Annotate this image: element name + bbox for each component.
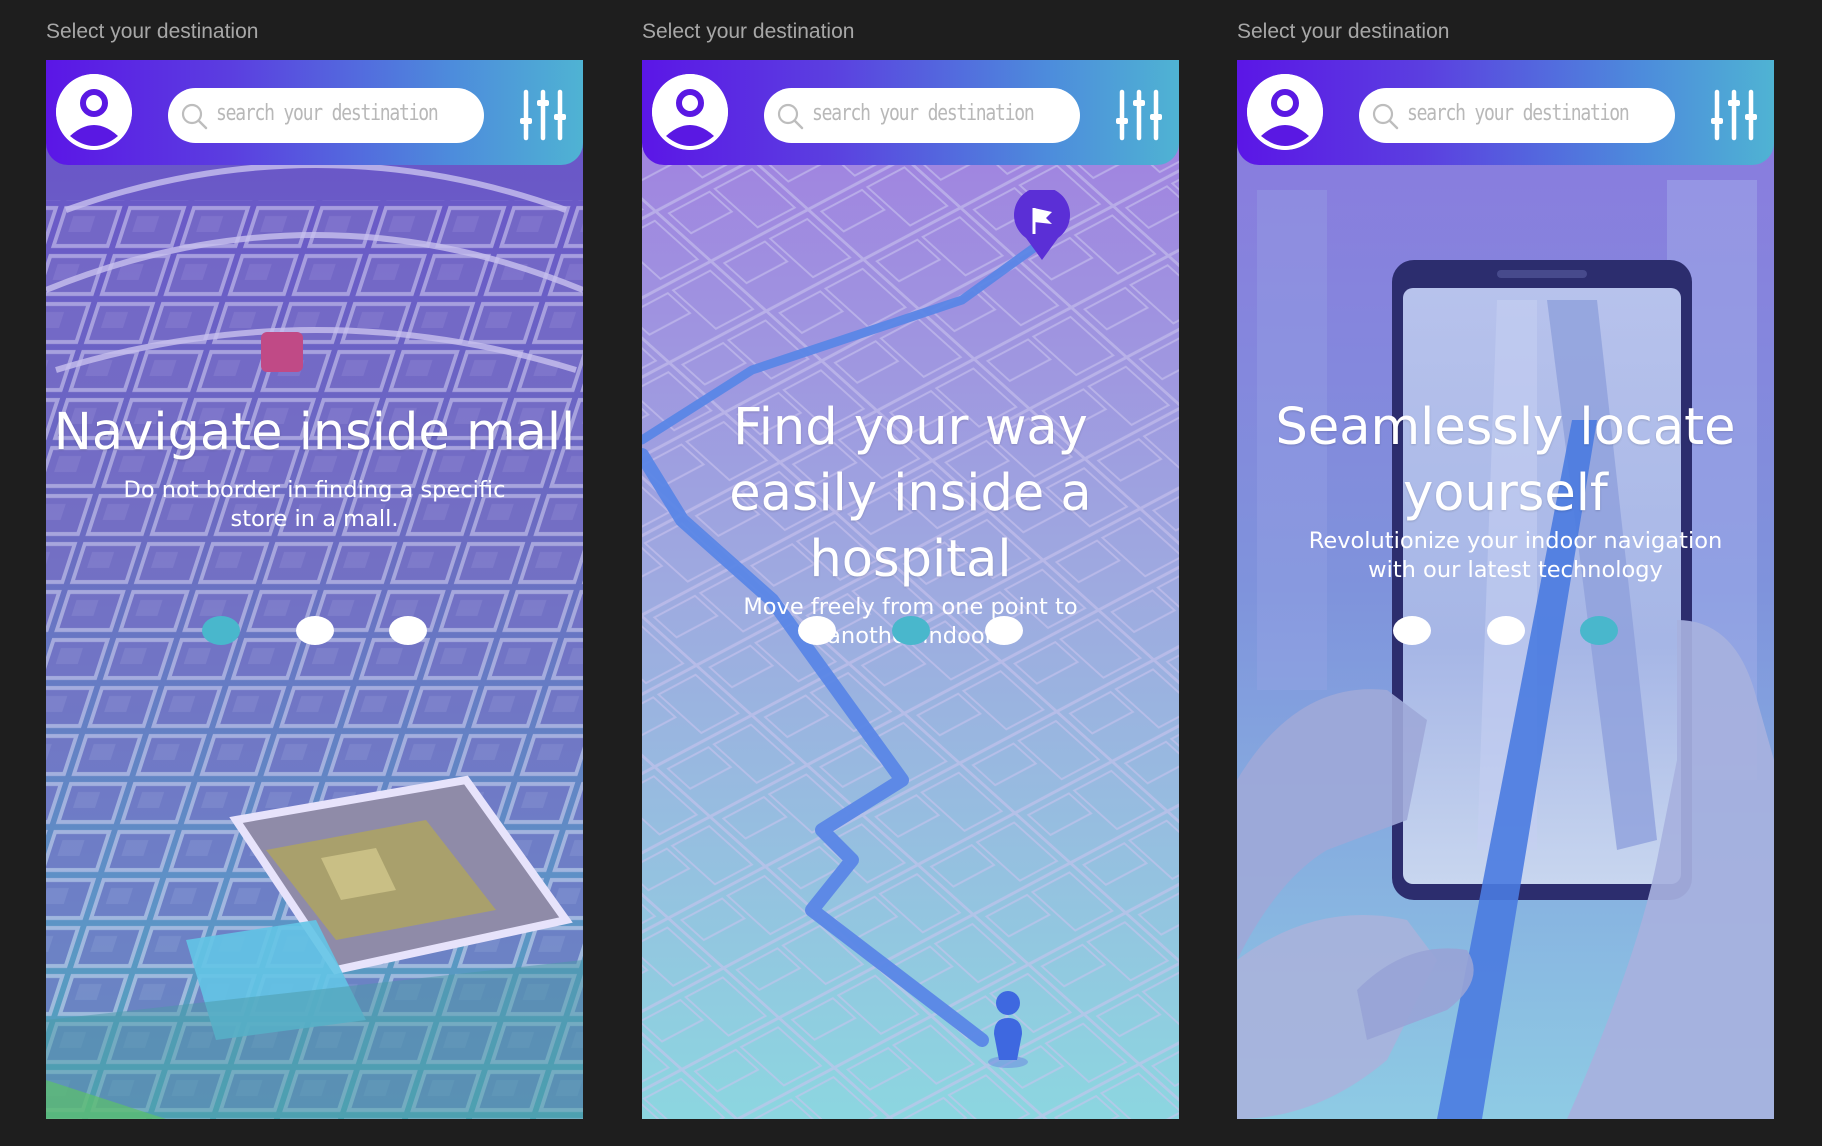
- profile-avatar[interactable]: [652, 74, 728, 150]
- header-bar: search your destination: [46, 60, 583, 165]
- onboarding-description: Do not border in finding a specific stor…: [123, 477, 506, 532]
- search-input[interactable]: search your destination: [1359, 88, 1675, 143]
- page-dot-1[interactable]: [798, 616, 836, 645]
- header-bar: search your destination: [642, 60, 1179, 165]
- page-indicator: [46, 616, 583, 646]
- profile-avatar[interactable]: [56, 74, 132, 150]
- onboarding-screen-locate: search your destination Seamlessly locat…: [1237, 60, 1774, 1119]
- frame-label: Select your destination: [1237, 20, 1450, 43]
- profile-avatar[interactable]: [1247, 74, 1323, 150]
- page-dot-2[interactable]: [892, 616, 930, 645]
- onboarding-text: Find your way easily inside a hospital M…: [642, 395, 1179, 651]
- onboarding-title: Find your way easily inside a hospital: [729, 398, 1092, 589]
- flag-pin-icon[interactable]: [1012, 190, 1072, 262]
- onboarding-description: Revolutionize your indoor navigation wit…: [1308, 528, 1723, 583]
- onboarding-text: Navigate inside mall Do not border in fi…: [46, 400, 583, 534]
- search-placeholder: search your destination: [1407, 101, 1630, 126]
- page-dot-3[interactable]: [985, 616, 1023, 645]
- search-placeholder: search your destination: [812, 101, 1035, 126]
- filter-sliders-icon[interactable]: [1116, 88, 1162, 142]
- filter-sliders-icon[interactable]: [1711, 88, 1757, 142]
- onboarding-title: Seamlessly locate yourself: [1275, 398, 1736, 523]
- page-dot-1[interactable]: [1393, 616, 1431, 645]
- search-icon: [1372, 103, 1399, 130]
- phone-ar-image: [1237, 60, 1774, 1119]
- page-indicator: [642, 616, 1179, 646]
- search-input[interactable]: search your destination: [168, 88, 484, 143]
- page-dot-1[interactable]: [202, 616, 240, 645]
- page-dot-3[interactable]: [389, 616, 427, 645]
- page-dot-3[interactable]: [1580, 616, 1618, 645]
- onboarding-title: Navigate inside mall: [53, 403, 576, 462]
- frame-label: Select your destination: [46, 20, 259, 43]
- onboarding-screen-hospital: search your destination Find your way ea…: [642, 60, 1179, 1119]
- onboarding-text: Seamlessly locate yourself Revolutionize…: [1237, 395, 1774, 585]
- search-placeholder: search your destination: [216, 101, 439, 126]
- search-icon: [777, 103, 804, 130]
- page-indicator: [1237, 616, 1774, 646]
- mall-map-image: [46, 60, 583, 1119]
- search-input[interactable]: search your destination: [764, 88, 1080, 143]
- person-marker-icon[interactable]: [985, 990, 1031, 1070]
- user-circle-icon: [56, 74, 132, 150]
- page-dot-2[interactable]: [1487, 616, 1525, 645]
- filter-sliders-icon[interactable]: [520, 88, 566, 142]
- page-dot-2[interactable]: [296, 616, 334, 645]
- user-circle-icon: [652, 74, 728, 150]
- frame-label: Select your destination: [642, 20, 855, 43]
- onboarding-screen-mall: search your destination Navigate inside …: [46, 60, 583, 1119]
- header-bar: search your destination: [1237, 60, 1774, 165]
- user-circle-icon: [1247, 74, 1323, 150]
- search-icon: [181, 103, 208, 130]
